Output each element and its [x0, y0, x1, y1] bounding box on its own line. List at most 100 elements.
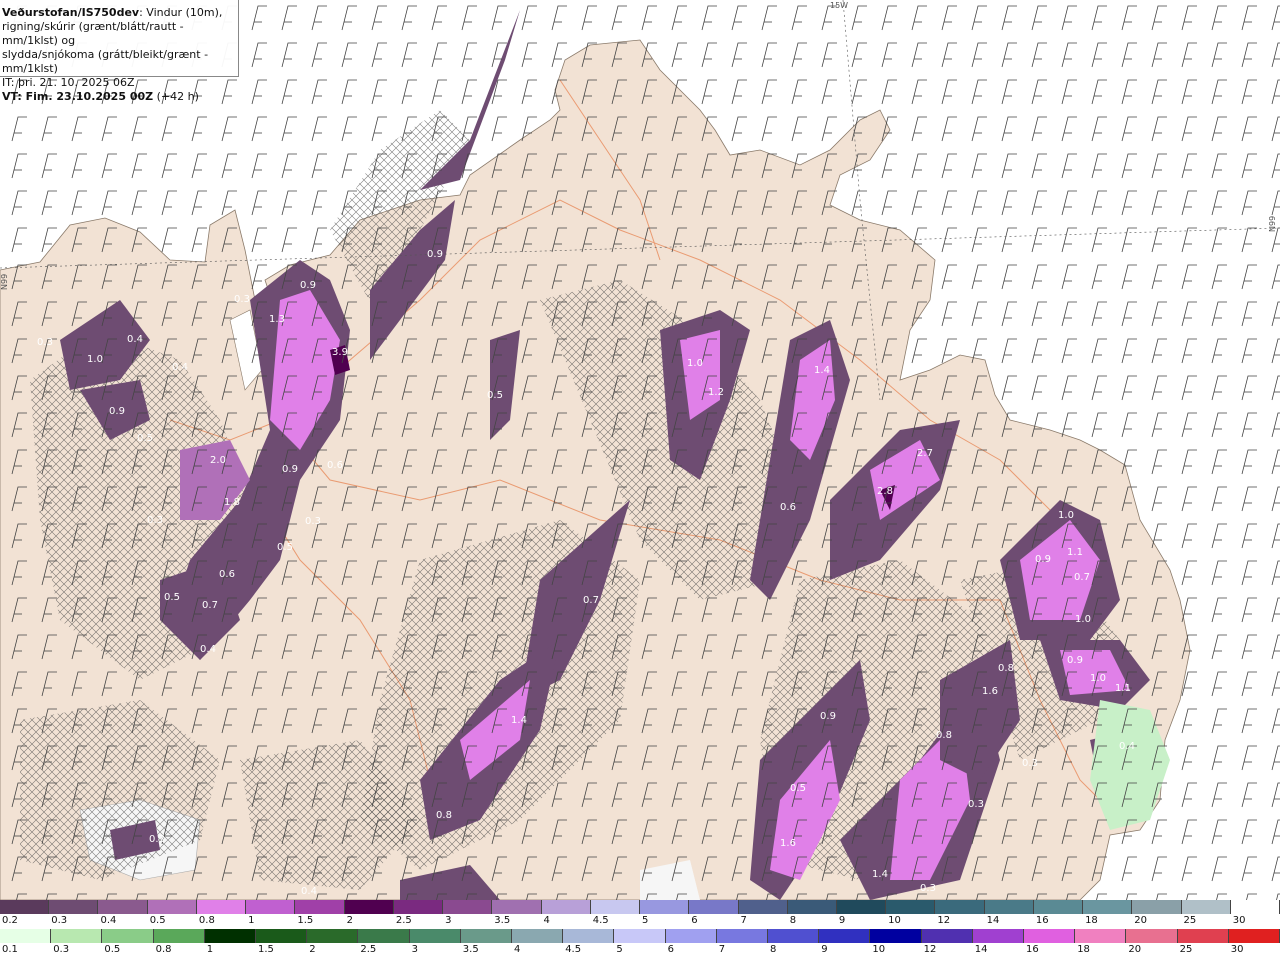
legend-swatch [984, 900, 1034, 914]
precip-value-label: 2.7 [917, 448, 933, 459]
precip-value-label: 1.1 [1115, 683, 1131, 694]
legend-swatch [153, 929, 205, 943]
legend-tick-label: 0.5 [104, 944, 121, 955]
title-box: Veðurstofan/IS750dev: Vindur (10m), rign… [0, 0, 239, 103]
precip-value-label: 0.3 [920, 883, 936, 894]
precip-value-label: 0.4 [127, 334, 143, 345]
legend-tick-label: 4.5 [565, 944, 582, 955]
legend-swatch [196, 900, 247, 914]
legend-tick-label: 9 [838, 915, 846, 926]
legend-swatch [563, 929, 615, 943]
legend-swatch [886, 900, 936, 914]
legend-tick-label: 3 [411, 944, 418, 955]
legend-tick-label: 6 [691, 915, 698, 926]
edge-label-left: N99 [0, 273, 9, 290]
legend-swatch [98, 900, 148, 914]
precip-value-label: 0.9 [427, 249, 443, 260]
precip-value-label: 0.4 [1119, 741, 1135, 752]
precip-value-label: 1.1 [1067, 547, 1083, 558]
legend-swatch [614, 929, 666, 943]
legend-swatch [443, 900, 493, 914]
legend-swatch [1230, 900, 1280, 914]
valid-time-value: VT: Fim. 23.10.2025 00Z [2, 90, 154, 103]
init-time: IT: þri. 21. 10. 2025 06Z [2, 76, 135, 89]
legend-swatch [0, 929, 52, 943]
precip-value-label: 0.9 [1067, 655, 1083, 666]
legend-swatch [393, 900, 444, 914]
legend-swatch [492, 900, 542, 914]
legend-tick-label: 14 [986, 915, 1000, 926]
wind-barbs [0, 0, 1280, 900]
precip-value-label: 0.9 [282, 464, 298, 475]
precip-value-label: 1.4 [511, 715, 527, 726]
legend-tick-label: 4 [514, 944, 521, 955]
valid-time-offset: (+42 h) [153, 90, 199, 103]
precip-value-label: 0.5 [487, 390, 503, 401]
legend-swatch [689, 900, 739, 914]
precip-value-label: 0.8 [436, 810, 452, 821]
legend-tick-label: 0.3 [53, 944, 70, 955]
legend-swatch [295, 900, 345, 914]
precip-value-label: 0.3 [305, 516, 321, 527]
legend-swatch [541, 900, 591, 914]
valid-time: VT: Fim. 23.10.2025 00Z (+42 h) [2, 90, 238, 104]
precip-value-label: 0.5 [164, 592, 180, 603]
precip-value-label: 0.9 [820, 711, 836, 722]
legend-swatch [0, 900, 50, 914]
precip-value-label: 0.9 [300, 280, 316, 291]
legend-tick-label: 6 [667, 944, 674, 955]
legend-swatch [935, 900, 985, 914]
legend-swatch [256, 929, 308, 943]
legend-tick-label: 0.8 [155, 944, 172, 955]
legend-tick-label: 1 [248, 915, 255, 926]
legend-tick-label: 0.8 [198, 915, 215, 926]
legend-swatch [512, 929, 564, 943]
legend-tick-label: 2.5 [395, 915, 412, 926]
forecast-map: 3.9 2.0 1.8 1.0 0.9 0.5 0.4 0.3 0.3 0.9 1.3 0.9 0.6 0… [0, 0, 1280, 900]
legend-tick-label: 2 [346, 915, 353, 926]
precip-value-label: 0.3 [37, 337, 53, 348]
precip-value-label: 0.5 [277, 542, 293, 553]
legend-tick-label: 20 [1128, 944, 1142, 955]
precip-value-label: 3.9 [332, 347, 348, 358]
legend-tick-label: 0.2 [2, 915, 18, 926]
precip-value-label: 0.5 [790, 783, 806, 794]
precip-value-label: 0.7 [202, 600, 218, 611]
legend-swatch [1132, 900, 1182, 914]
legend-tick-label: 7 [740, 915, 747, 926]
legend-swatch [1083, 900, 1133, 914]
precip-value-label: 0.6 [780, 502, 796, 513]
legend-swatch [344, 900, 394, 914]
legend-swatch [49, 900, 99, 914]
precip-value-label: 1.4 [872, 869, 888, 880]
legend-swatch [787, 900, 837, 914]
edge-label-right: N99 [1268, 215, 1277, 232]
legend-tick-label: 20 [1134, 915, 1148, 926]
legend-tick-label: 1 [206, 944, 214, 955]
legend-tick-label: 25 [1179, 944, 1193, 955]
legend-swatch [836, 900, 887, 914]
legend-tick-label: 12 [923, 944, 937, 955]
title-org: Veðurstofan/IS750dev [2, 6, 140, 19]
legend-tick-label: 4.5 [592, 915, 609, 926]
legend-swatch [1024, 929, 1076, 943]
legend-tick-label: 0.3 [51, 915, 68, 926]
legend-swatch [1177, 929, 1229, 943]
legend-swatch [1228, 929, 1280, 943]
title-variable: : Vindur (10m), [139, 6, 223, 19]
legend-swatch [1126, 929, 1178, 943]
legend-tick-label: 0.5 [149, 915, 166, 926]
title-line-2: rigning/skúrir (grænt/blátt/rautt - mm/1… [2, 20, 184, 47]
precip-value-label: 0.9 [1035, 554, 1051, 565]
precip-value-label: 0.6 [327, 460, 343, 471]
legend-tick-label: 16 [1026, 944, 1039, 955]
legend-swatch [147, 900, 197, 914]
precip-value-label: 0.4 [301, 886, 317, 897]
legend-tick-label: 18 [1085, 915, 1098, 926]
legend-tick-label: 30 [1232, 915, 1246, 926]
title-line-3: slydda/snjókoma (grátt/bleikt/grænt - mm… [2, 48, 209, 75]
legend-swatch [738, 900, 788, 914]
precip-value-label: 1.2 [708, 387, 724, 398]
legend-swatch [246, 900, 296, 914]
legend-swatch [819, 929, 871, 943]
